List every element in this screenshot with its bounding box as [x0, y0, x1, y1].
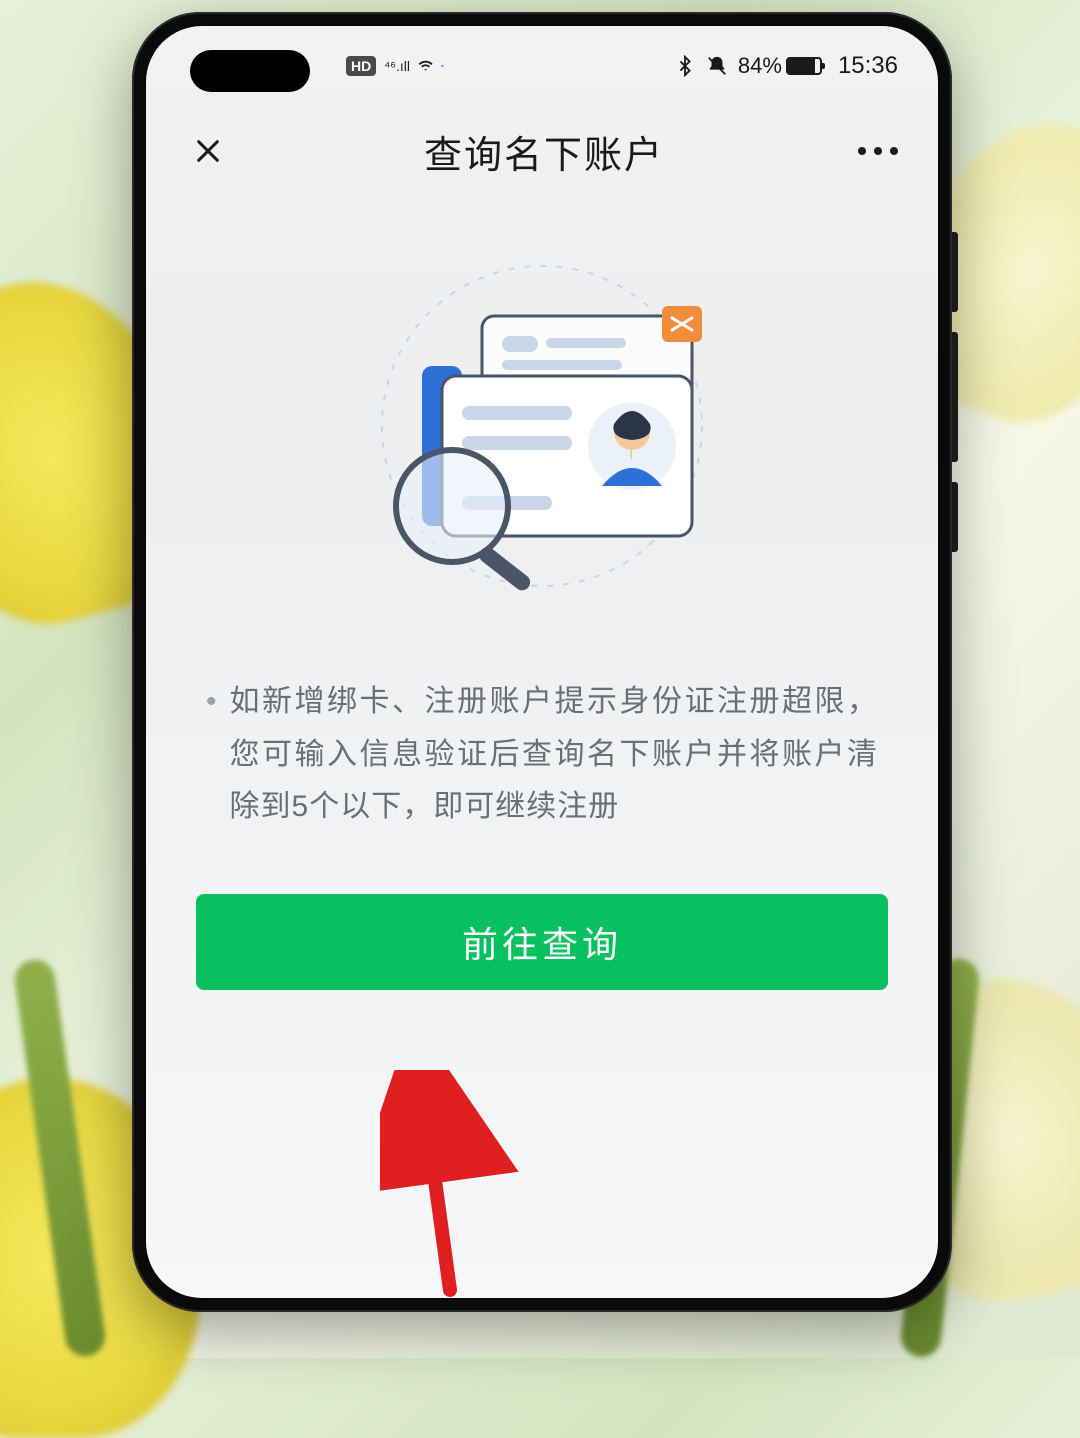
- phone-side-button: [952, 332, 958, 462]
- wifi-icon: [418, 58, 433, 73]
- dot-icon: [890, 147, 898, 155]
- button-label: 前往查询: [462, 916, 622, 968]
- info-text: 如新增绑卡、注册账户提示身份证注册超限，您可输入信息验证后查询名下账户并将账户清…: [230, 676, 878, 834]
- status-right-cluster: 84% 15:36: [674, 52, 898, 80]
- bluetooth-icon: [674, 55, 696, 77]
- signal-icon: ⁴⁶.ıll: [384, 58, 410, 74]
- battery-icon: [786, 57, 822, 75]
- mute-icon: [706, 55, 728, 77]
- battery-percent-text: 84%: [738, 53, 782, 79]
- camera-cutout: [190, 50, 310, 92]
- bullet-icon: •: [206, 676, 218, 834]
- status-time: 15:36: [838, 52, 898, 80]
- content-area: • 如新增绑卡、注册账户提示身份证注册超限，您可输入信息验证后查询名下账户并将账…: [146, 206, 938, 1298]
- shield-icon: [441, 57, 444, 75]
- nav-bar: 查询名下账户: [146, 106, 938, 196]
- dot-icon: [874, 147, 882, 155]
- phone-side-button: [952, 232, 958, 312]
- close-icon: [192, 135, 224, 167]
- info-text-block: • 如新增绑卡、注册账户提示身份证注册超限，您可输入信息验证后查询名下账户并将账…: [196, 616, 888, 834]
- dot-icon: [858, 147, 866, 155]
- battery-indicator: 84%: [738, 53, 822, 79]
- close-button[interactable]: [186, 129, 230, 173]
- page-title: 查询名下账户: [424, 124, 664, 179]
- phone-side-button: [952, 482, 958, 552]
- phone-screen: HD ⁴⁶.ıll 84% 15:36: [146, 26, 938, 1298]
- status-left-cluster: HD ⁴⁶.ıll: [346, 56, 444, 76]
- go-query-button[interactable]: 前往查询: [196, 894, 888, 990]
- phone-frame: HD ⁴⁶.ıll 84% 15:36: [132, 12, 952, 1312]
- hd-badge-icon: HD: [346, 56, 376, 76]
- more-button[interactable]: [858, 147, 898, 155]
- id-search-illustration-icon: [342, 246, 742, 606]
- hero-illustration: [196, 236, 888, 616]
